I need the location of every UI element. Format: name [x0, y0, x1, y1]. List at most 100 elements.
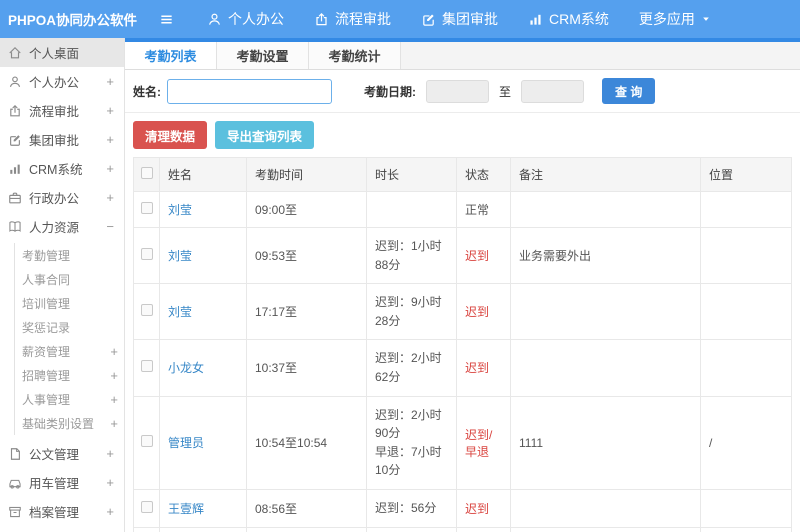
sidebar-item[interactable]: 用车管理 +: [0, 468, 124, 497]
flow-icon: [314, 12, 329, 27]
sidebar-toggle-button[interactable]: [141, 0, 192, 38]
sidebar-subitem[interactable]: 奖惩记录: [15, 315, 124, 339]
sidebar-item[interactable]: 流程审批 +: [0, 96, 124, 125]
expand-toggle: +: [110, 367, 118, 383]
duration-cell: 迟到：56分: [366, 488, 457, 528]
location-cell: [700, 226, 792, 285]
table-row: 刘莹 09:00至 正常: [133, 191, 792, 228]
archive-icon: [8, 505, 22, 519]
expand-toggle: +: [106, 475, 114, 490]
sidebar-subitem[interactable]: 考勤管理: [15, 243, 124, 267]
attendance-time-cell: 09:00至: [246, 191, 367, 228]
caret-down-icon: [701, 14, 711, 24]
employee-name-link[interactable]: 小龙女: [168, 361, 204, 375]
row-checkbox[interactable]: [140, 248, 153, 261]
export-list-button[interactable]: 导出查询列表: [215, 121, 315, 149]
sidebar-item[interactable]: CRM系统 +: [0, 154, 124, 183]
car-icon: [8, 476, 22, 490]
doc-icon: [8, 447, 22, 461]
note-cell: [510, 339, 701, 397]
name-input[interactable]: [167, 78, 332, 104]
sidebar-subitem-label: 培训管理: [22, 296, 71, 311]
attendance-table: 姓名 考勤时间 时长 状态 备注 位置 刘莹 09:00至 正常 刘莹 09:5…: [133, 157, 792, 532]
main-layout: 个人桌面 个人办公 + 流程审批 + 集团审批 + CRM系统 + 行政办公 +: [0, 38, 800, 532]
sidebar-item[interactable]: 人力资源 −: [0, 212, 124, 241]
sidebar-item[interactable]: 公文管理 +: [0, 439, 124, 468]
status-cell: 正常: [456, 191, 511, 228]
nav-item-label: 个人办公: [228, 11, 284, 27]
employee-name-link[interactable]: 管理员: [168, 436, 204, 450]
nav-item[interactable]: 流程审批: [299, 0, 406, 38]
clear-data-button[interactable]: 清理数据: [133, 121, 208, 149]
sidebar-item[interactable]: 集团审批 +: [0, 125, 124, 154]
location-cell: [700, 283, 792, 341]
tab[interactable]: 考勤列表: [125, 42, 217, 69]
sidebar-item-label: 集团审批: [29, 134, 80, 148]
action-buttons: 清理数据 导出查询列表: [125, 113, 800, 157]
nav-item[interactable]: 集团审批: [406, 0, 513, 38]
employee-name-link[interactable]: 刘莹: [168, 305, 192, 319]
sidebar-item[interactable]: 个人办公 +: [0, 67, 124, 96]
sidebar-item[interactable]: 个人桌面: [0, 38, 124, 67]
attendance-time-cell: 10:37至: [246, 339, 367, 397]
nav-item-label: 集团审批: [442, 11, 498, 27]
duration-cell: 迟到：9小时28分: [366, 283, 457, 341]
duration-cell: 迟到：2小时62分: [366, 339, 457, 397]
tab[interactable]: 考勤统计: [309, 42, 401, 69]
user-icon: [207, 12, 222, 27]
col-header-name: 姓名: [159, 157, 247, 192]
sidebar-subitem[interactable]: 薪资管理 +: [15, 339, 124, 363]
sidebar-subitem[interactable]: 人事管理 +: [15, 387, 124, 411]
duration-cell: 迟到：1小时88分: [366, 226, 457, 285]
select-all-checkbox[interactable]: [140, 167, 153, 179]
sidebar-subitem[interactable]: 培训管理: [15, 291, 124, 315]
table-row: 刘莹 17:17至 迟到：9小时28分 迟到: [133, 283, 792, 341]
row-checkbox[interactable]: [140, 500, 153, 513]
expand-toggle: +: [106, 504, 114, 519]
location-cell: [700, 339, 792, 397]
sidebar-subitem[interactable]: 人事合同: [15, 267, 124, 291]
sidebar-item-label: 人力资源: [29, 221, 80, 235]
expand-toggle: +: [106, 74, 114, 89]
sidebar-item[interactable]: 档案管理 +: [0, 497, 124, 526]
employee-name-link[interactable]: 王壹辉: [168, 502, 204, 516]
sidebar-item[interactable]: 项目管理 +: [0, 526, 124, 532]
tab[interactable]: 考勤设置: [217, 42, 309, 69]
sidebar-item-label: 行政办公: [29, 192, 80, 206]
search-form: 姓名: 考勤日期: 至 查 询: [125, 70, 800, 113]
expand-toggle: −: [106, 219, 114, 234]
col-header-duration: 时长: [366, 157, 457, 192]
row-checkbox[interactable]: [140, 360, 153, 373]
employee-name-link[interactable]: 刘莹: [168, 249, 192, 263]
employee-name-link[interactable]: 刘莹: [168, 203, 192, 217]
sidebar-subitem-label: 基础类别设置: [22, 416, 95, 431]
row-checkbox[interactable]: [140, 435, 153, 448]
duration-cell: [366, 191, 457, 228]
top-navbar: PHPOA协同办公软件 个人办公 流程审批 集团审批 CRM系统 更多应用: [0, 0, 800, 38]
tab-bar: 考勤列表 考勤设置 考勤统计: [125, 42, 800, 70]
chart-icon: [528, 12, 543, 27]
app-window: PHPOA协同办公软件 个人办公 流程审批 集团审批 CRM系统 更多应用 个人桌面 个…: [0, 0, 800, 532]
nav-item[interactable]: 个人办公: [192, 0, 299, 38]
table-row: 小龙女 10:37至 迟到：2小时62分 迟到: [133, 339, 792, 397]
row-checkbox[interactable]: [140, 202, 153, 214]
col-header-time: 考勤时间: [246, 157, 367, 192]
book-icon: [8, 220, 22, 234]
nav-item[interactable]: 更多应用: [624, 0, 726, 38]
content-area: 考勤列表 考勤设置 考勤统计 姓名: 考勤日期: 至 查 询 清理数据 导出查询列表: [125, 38, 800, 532]
app-logo: PHPOA协同办公软件: [8, 13, 138, 28]
table-header-row: 姓名 考勤时间 时长 状态 备注 位置: [133, 157, 792, 192]
sidebar-subitem[interactable]: 基础类别设置 +: [15, 411, 124, 435]
duration-cell: 迟到：5小时33分早退：4小时67分: [366, 526, 457, 532]
sidebar-subitem-label: 招聘管理: [22, 368, 71, 383]
query-button[interactable]: 查 询: [602, 78, 656, 104]
sidebar-subitem[interactable]: 招聘管理 +: [15, 363, 124, 387]
nav-item[interactable]: CRM系统: [513, 0, 624, 38]
date-to-input[interactable]: [521, 79, 585, 103]
row-checkbox[interactable]: [140, 304, 153, 317]
home-icon: [8, 46, 22, 60]
sidebar-item[interactable]: 行政办公 +: [0, 183, 124, 212]
date-from-input[interactable]: [426, 79, 489, 103]
note-cell: [510, 488, 701, 528]
user-icon: [8, 75, 22, 89]
